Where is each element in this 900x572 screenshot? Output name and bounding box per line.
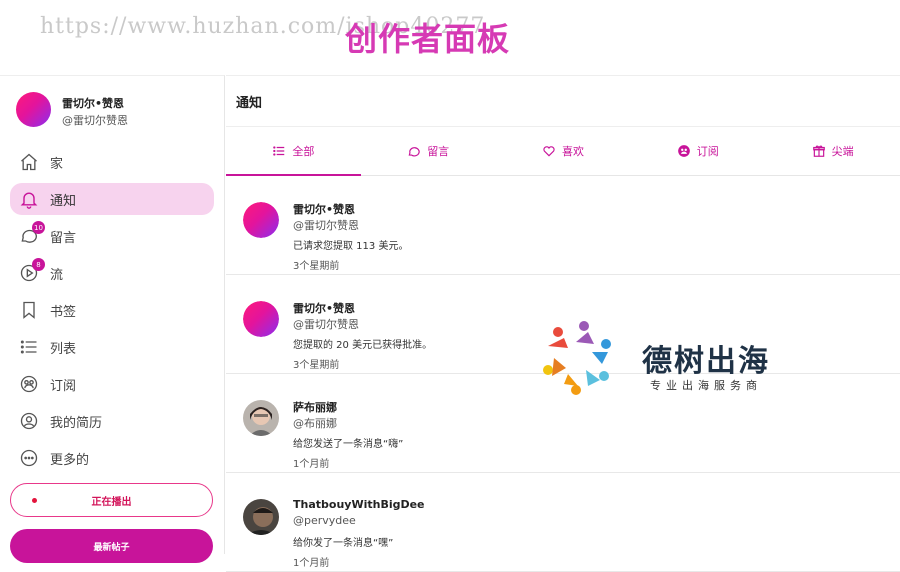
list-item[interactable]: ThatbouyWithBigDee @pervydee 给你发了一条消息“嘿”… (226, 473, 900, 572)
profile-card[interactable]: 雷切尔•赞恩 @雷切尔赞恩 (16, 92, 216, 132)
notification-tabs: 全部 留言 喜欢 订阅 尖端 (226, 126, 900, 176)
sidebar-item-notifications[interactable]: 通知 (10, 183, 214, 215)
notification-handle: @pervydee (293, 514, 356, 527)
subscription-icon (677, 145, 690, 157)
list-icon (18, 336, 40, 358)
sidebar-item-label: 留言 (50, 230, 77, 246)
tab-label: 喜欢 (561, 145, 584, 158)
user-circle-icon (18, 410, 40, 432)
play-icon: 8 (18, 258, 45, 284)
home-icon (18, 151, 40, 173)
sidebar: 雷切尔•赞恩 @雷切尔赞恩 家 通知 10 留言 8 流 书签 列表 订阅 我的… (0, 75, 225, 563)
main-panel: 通知 全部 留言 喜欢 订阅 尖端 雷切尔•赞恩 @雷切尔赞恩 已请求您提取 1… (226, 75, 900, 572)
stream-count-badge: 8 (32, 258, 45, 271)
more-icon (18, 447, 40, 469)
tab-label: 全部 (292, 145, 315, 158)
bell-icon (18, 188, 40, 210)
notification-name: 萨布丽娜 (293, 401, 337, 414)
subscription-icon (18, 373, 40, 395)
sidebar-item-label: 我的简历 (50, 415, 103, 431)
new-post-button[interactable]: 最新帖子 (10, 529, 213, 563)
page-title: 通知 (236, 96, 263, 111)
company-logo-icon (538, 318, 618, 398)
sidebar-item-label: 列表 (50, 341, 77, 357)
notification-name: 雷切尔•赞恩 (293, 203, 356, 216)
go-live-label: 正在播出 (91, 496, 132, 508)
message-count-badge: 10 (32, 221, 45, 234)
notification-name: 雷切尔•赞恩 (293, 302, 356, 315)
list-icon (273, 146, 285, 156)
notification-time: 3个星期前 (293, 261, 340, 272)
company-logo-title: 德树出海 (642, 344, 770, 379)
sidebar-item-label: 订阅 (50, 378, 77, 394)
tab-label: 留言 (427, 145, 450, 158)
sidebar-item-more[interactable]: 更多的 (10, 442, 214, 474)
avatar (243, 400, 279, 436)
notification-time: 3个星期前 (293, 360, 340, 371)
tab-label: 订阅 (696, 145, 719, 158)
list-item[interactable]: 雷切尔•赞恩 @雷切尔赞恩 已请求您提取 113 美元。 3个星期前 (226, 176, 900, 275)
live-dot-icon (32, 498, 37, 503)
sidebar-item-subscriptions[interactable]: 订阅 (10, 368, 214, 400)
banner-title: 创作者面板 (345, 20, 511, 58)
sidebar-item-lists[interactable]: 列表 (10, 331, 214, 363)
notification-name: ThatbouyWithBigDee (293, 498, 425, 511)
avatar (243, 301, 279, 337)
notification-time: 1个月前 (293, 558, 330, 569)
tab-tips[interactable]: 尖端 (765, 127, 900, 175)
notification-handle: @雷切尔赞恩 (293, 318, 359, 331)
avatar (243, 499, 279, 535)
avatar (16, 92, 51, 127)
company-logo-subtitle: 专业出海服务商 (650, 379, 762, 392)
notification-text: 您提取的 20 美元已获得批准。 (293, 340, 433, 351)
tab-comments[interactable]: 留言 (361, 127, 496, 175)
tab-label: 尖端 (831, 145, 854, 158)
avatar (243, 202, 279, 238)
go-live-button[interactable]: 正在播出 (10, 483, 213, 517)
notification-handle: @布丽娜 (293, 417, 337, 430)
sidebar-item-my-profile[interactable]: 我的简历 (10, 405, 214, 437)
sidebar-item-label: 通知 (50, 193, 77, 209)
sidebar-nav: 家 通知 10 留言 8 流 书签 列表 订阅 我的简历 更多的 (10, 146, 214, 479)
heart-icon (543, 146, 555, 157)
sidebar-item-label: 流 (50, 267, 64, 283)
sidebar-item-label: 更多的 (50, 452, 90, 468)
sidebar-item-label: 书签 (50, 304, 77, 320)
notification-text: 给您发送了一条消息“嗨” (293, 439, 404, 450)
notification-text: 已请求您提取 113 美元。 (293, 241, 409, 252)
comment-icon (408, 147, 420, 157)
profile-name: 雷切尔•赞恩 (62, 97, 125, 110)
notification-handle: @雷切尔赞恩 (293, 219, 359, 232)
sidebar-item-label: 家 (50, 156, 64, 172)
sidebar-item-bookmarks[interactable]: 书签 (10, 294, 214, 326)
bookmark-icon (18, 299, 40, 321)
notification-text: 给你发了一条消息“嘿” (293, 538, 394, 549)
chat-icon: 10 (18, 221, 45, 247)
tab-subscriptions[interactable]: 订阅 (630, 127, 765, 175)
profile-handle: @雷切尔赞恩 (62, 114, 128, 127)
tab-all[interactable]: 全部 (226, 127, 361, 176)
sidebar-item-streams[interactable]: 8 流 (10, 257, 214, 289)
gift-icon (812, 145, 825, 157)
sidebar-item-messages[interactable]: 10 留言 (10, 220, 214, 252)
sidebar-item-home[interactable]: 家 (10, 146, 214, 178)
notification-time: 1个月前 (293, 459, 330, 470)
tab-likes[interactable]: 喜欢 (496, 127, 631, 175)
top-banner: https://www.huzhan.com/ishop40277 创作者面板 (0, 0, 900, 70)
